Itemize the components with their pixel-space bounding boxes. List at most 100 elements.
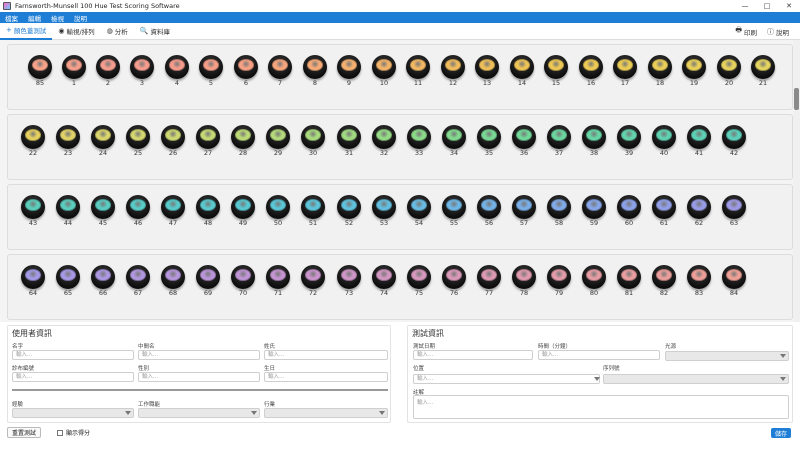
- color-cap[interactable]: 71: [266, 265, 290, 297]
- color-cap[interactable]: 61: [652, 195, 676, 227]
- color-cap[interactable]: 13: [475, 55, 499, 87]
- color-cap[interactable]: 28: [231, 125, 255, 157]
- color-cap[interactable]: 53: [372, 195, 396, 227]
- location-field[interactable]: 輸入...: [413, 374, 600, 384]
- color-cap[interactable]: 63: [722, 195, 746, 227]
- color-cap[interactable]: 67: [126, 265, 150, 297]
- color-cap[interactable]: 70: [231, 265, 255, 297]
- color-cap[interactable]: 12: [441, 55, 465, 87]
- color-cap[interactable]: 80: [582, 265, 606, 297]
- show-score-toggle[interactable]: 顯示得分: [57, 428, 90, 437]
- color-cap[interactable]: 74: [372, 265, 396, 297]
- vertical-scrollbar[interactable]: [793, 40, 800, 322]
- color-cap[interactable]: 18: [648, 55, 672, 87]
- color-cap[interactable]: 40: [652, 125, 676, 157]
- color-cap[interactable]: 24: [91, 125, 115, 157]
- color-cap[interactable]: 69: [196, 265, 220, 297]
- color-cap[interactable]: 49: [231, 195, 255, 227]
- color-cap[interactable]: 20: [717, 55, 741, 87]
- color-cap[interactable]: 50: [266, 195, 290, 227]
- color-cap[interactable]: 43: [21, 195, 45, 227]
- color-cap[interactable]: 38: [582, 125, 606, 157]
- color-cap[interactable]: 19: [682, 55, 706, 87]
- industry-select[interactable]: [264, 408, 388, 418]
- color-cap[interactable]: 5: [199, 55, 223, 87]
- patient-id-field[interactable]: 輸入...: [12, 372, 134, 382]
- color-cap[interactable]: 9: [337, 55, 361, 87]
- color-cap[interactable]: 25: [126, 125, 150, 157]
- color-cap[interactable]: 57: [512, 195, 536, 227]
- light-source-select[interactable]: [665, 351, 789, 361]
- menu-view[interactable]: 檢視: [46, 13, 69, 23]
- color-cap[interactable]: 30: [301, 125, 325, 157]
- color-cap[interactable]: 41: [687, 125, 711, 157]
- test-date-field[interactable]: 輸入...: [413, 350, 533, 360]
- color-cap[interactable]: 10: [372, 55, 396, 87]
- color-cap[interactable]: 35: [477, 125, 501, 157]
- color-cap[interactable]: 17: [613, 55, 637, 87]
- color-cap[interactable]: 33: [407, 125, 431, 157]
- color-cap[interactable]: 11: [406, 55, 430, 87]
- color-cap[interactable]: 78: [512, 265, 536, 297]
- scrollbar-thumb[interactable]: [794, 88, 799, 110]
- color-cap[interactable]: 46: [126, 195, 150, 227]
- color-cap[interactable]: 21: [751, 55, 775, 87]
- color-cap[interactable]: 16: [579, 55, 603, 87]
- color-cap[interactable]: 2: [96, 55, 120, 87]
- color-cap[interactable]: 29: [266, 125, 290, 157]
- color-cap[interactable]: 26: [161, 125, 185, 157]
- color-cap[interactable]: 66: [91, 265, 115, 297]
- color-cap[interactable]: 34: [442, 125, 466, 157]
- color-cap[interactable]: 75: [407, 265, 431, 297]
- color-cap[interactable]: 54: [407, 195, 431, 227]
- color-cap[interactable]: 15: [544, 55, 568, 87]
- minimize-button[interactable]: —: [734, 0, 756, 12]
- color-cap[interactable]: 72: [301, 265, 325, 297]
- last-name-field[interactable]: 輸入...: [264, 350, 388, 360]
- color-cap[interactable]: 59: [582, 195, 606, 227]
- serial-number-select[interactable]: [603, 374, 789, 384]
- gender-field[interactable]: 輸入...: [138, 372, 260, 382]
- color-cap[interactable]: 55: [442, 195, 466, 227]
- color-cap[interactable]: 76: [442, 265, 466, 297]
- color-cap[interactable]: 83: [687, 265, 711, 297]
- menu-file[interactable]: 檔案: [0, 13, 23, 23]
- color-cap[interactable]: 82: [652, 265, 676, 297]
- color-cap[interactable]: 60: [617, 195, 641, 227]
- tab-database[interactable]: 🔍 資料庫: [134, 23, 176, 40]
- color-cap[interactable]: 65: [56, 265, 80, 297]
- birthday-field[interactable]: 輸入...: [264, 372, 388, 382]
- menu-edit[interactable]: 編輯: [23, 13, 46, 23]
- print-button[interactable]: 🖶 印刷: [730, 23, 762, 40]
- color-cap[interactable]: 32: [372, 125, 396, 157]
- color-cap[interactable]: 37: [547, 125, 571, 157]
- tab-input-arrange[interactable]: ◉ 輸視/排列: [52, 23, 100, 40]
- tab-cap-test[interactable]: + 顏色蓋測試: [0, 23, 53, 40]
- save-button[interactable]: 儲存: [771, 428, 792, 438]
- tab-analysis[interactable]: ◍ 分析: [101, 23, 134, 40]
- reset-test-button[interactable]: 重置測試: [7, 427, 42, 438]
- color-cap[interactable]: 22: [21, 125, 45, 157]
- color-cap[interactable]: 39: [617, 125, 641, 157]
- color-cap[interactable]: 81: [617, 265, 641, 297]
- color-cap[interactable]: 62: [687, 195, 711, 227]
- color-cap[interactable]: 1: [62, 55, 86, 87]
- color-cap[interactable]: 47: [161, 195, 185, 227]
- first-name-field[interactable]: 輸入...: [12, 350, 134, 360]
- experience-select[interactable]: [12, 408, 134, 418]
- duration-field[interactable]: 輸入...: [538, 350, 660, 360]
- color-cap[interactable]: 27: [196, 125, 220, 157]
- color-cap[interactable]: 79: [547, 265, 571, 297]
- color-cap[interactable]: 58: [547, 195, 571, 227]
- close-button[interactable]: ✕: [778, 0, 800, 12]
- color-cap[interactable]: 45: [91, 195, 115, 227]
- color-cap[interactable]: 56: [477, 195, 501, 227]
- help-button[interactable]: ⓘ 說明: [762, 23, 794, 40]
- show-score-checkbox[interactable]: [57, 429, 63, 436]
- color-cap[interactable]: 36: [512, 125, 536, 157]
- color-cap[interactable]: 64: [21, 265, 45, 297]
- job-function-select[interactable]: [138, 408, 260, 418]
- menu-help[interactable]: 說明: [69, 13, 92, 23]
- color-cap[interactable]: 42: [722, 125, 746, 157]
- color-cap[interactable]: 85: [28, 55, 52, 87]
